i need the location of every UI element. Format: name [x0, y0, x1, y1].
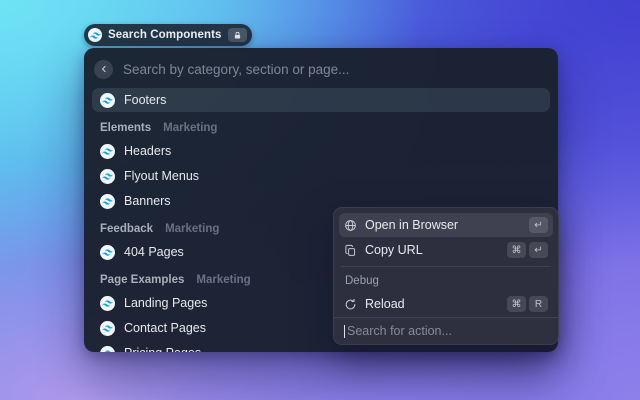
back-button[interactable]: [94, 60, 113, 79]
list-item-footers[interactable]: Footers: [92, 88, 550, 112]
tailwind-logo-icon: [100, 321, 115, 336]
menu-item-open-in-browser[interactable]: Open in Browser ↵: [339, 213, 553, 237]
launcher-pill-label: Search Components: [108, 29, 222, 41]
key-return: ↵: [529, 242, 548, 258]
list-item-label: Flyout Menus: [124, 169, 199, 183]
tailwind-logo-icon: [100, 194, 115, 209]
action-menu: Open in Browser ↵ Copy URL ⌘ ↵ Debug Rel…: [333, 207, 559, 345]
list-item-label: Footers: [124, 93, 166, 107]
list-item-label: 404 Pages: [124, 245, 184, 259]
text-cursor: [344, 325, 345, 338]
list-item-label: Pricing Pages: [124, 346, 201, 352]
key-r: R: [529, 296, 548, 312]
menu-section-debug: Debug: [339, 271, 553, 292]
menu-item-reload[interactable]: Reload ⌘ R: [339, 292, 553, 316]
tailwind-logo-icon: [88, 28, 102, 42]
tailwind-logo-icon: [100, 169, 115, 184]
list-item-label: Banners: [124, 194, 171, 208]
chevron-left-icon: [99, 64, 109, 74]
section-title: Page Examples: [100, 274, 184, 286]
globe-icon: [344, 219, 357, 232]
key-return: ↵: [529, 217, 548, 233]
action-search-bar: [334, 317, 558, 344]
tailwind-logo-icon: [100, 296, 115, 311]
section-title: Elements: [100, 122, 151, 134]
menu-item-label: Open in Browser: [365, 218, 521, 232]
section-subtitle: Marketing: [196, 274, 250, 286]
lock-icon: [228, 28, 247, 42]
section-subtitle: Marketing: [165, 223, 219, 235]
list-item-label: Headers: [124, 144, 171, 158]
palette-search-bar: [92, 56, 550, 82]
action-search-input[interactable]: [347, 324, 548, 338]
launcher-pill[interactable]: Search Components: [84, 24, 252, 46]
clipboard-icon: [344, 244, 357, 257]
section-title: Feedback: [100, 223, 153, 235]
section-header-elements: Elements Marketing: [92, 113, 550, 139]
list-item-headers[interactable]: Headers: [92, 139, 550, 163]
reload-icon: [344, 298, 357, 311]
list-item-label: Landing Pages: [124, 296, 207, 310]
menu-item-label: Copy URL: [365, 243, 499, 257]
tailwind-logo-icon: [100, 144, 115, 159]
menu-divider: [341, 266, 551, 267]
tailwind-logo-icon: [100, 346, 115, 353]
list-item-label: Contact Pages: [124, 321, 206, 335]
tailwind-logo-icon: [100, 245, 115, 260]
key-cmd: ⌘: [507, 296, 526, 312]
menu-item-label: Reload: [365, 297, 499, 311]
menu-item-copy-url[interactable]: Copy URL ⌘ ↵: [339, 238, 553, 262]
list-item-flyout-menus[interactable]: Flyout Menus: [92, 164, 550, 188]
search-input[interactable]: [123, 62, 548, 77]
key-cmd: ⌘: [507, 242, 526, 258]
section-subtitle: Marketing: [163, 122, 217, 134]
tailwind-logo-icon: [100, 93, 115, 108]
